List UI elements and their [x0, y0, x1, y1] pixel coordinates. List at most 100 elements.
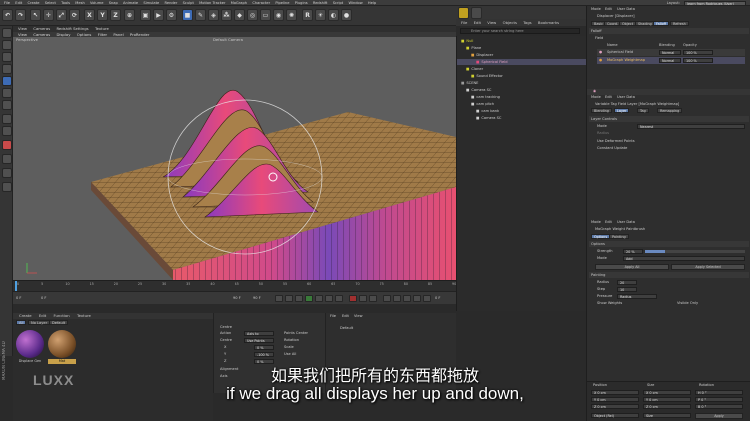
check-constant-update[interactable]: Constant Update: [597, 146, 627, 151]
pla-key-icon[interactable]: [423, 295, 431, 302]
position-key-icon[interactable]: [383, 295, 391, 302]
layer-menu-view[interactable]: View: [354, 314, 363, 319]
move-icon[interactable]: ✛: [43, 9, 54, 21]
object-tree-row[interactable]: ■ cam pitch: [457, 101, 587, 107]
timeline-ruler[interactable]: 0 5 10 15 20 25 30 35 40 45 50 55 60 65 70 75 80 85 90: [13, 280, 456, 292]
object-tree-row[interactable]: ■ Null: [457, 38, 587, 44]
render-view-icon[interactable]: ▣: [140, 9, 151, 21]
axis-y-button[interactable]: Y: [97, 9, 108, 21]
tag-attr-menu-userdata[interactable]: User Data: [617, 95, 635, 100]
filter-all[interactable]: All: [16, 320, 27, 325]
subdivision-icon[interactable]: ◈: [208, 9, 219, 21]
field-icon[interactable]: ◎: [247, 9, 258, 21]
fields-icon[interactable]: [471, 7, 482, 19]
coord-system-icon[interactable]: ⊕: [124, 9, 135, 21]
snap-icon[interactable]: [1, 154, 12, 164]
object-tree-row[interactable]: ■ Sound Effector: [457, 73, 587, 79]
om-menu-objects[interactable]: Objects: [503, 19, 517, 26]
scale-icon[interactable]: ⤢: [56, 9, 67, 21]
planar-workplane-icon[interactable]: [1, 182, 12, 192]
coord-apply-button[interactable]: Apply: [695, 413, 743, 419]
check-use-all[interactable]: Use All: [284, 352, 296, 357]
layout-select[interactable]: learn from Rodrigues (User): [684, 0, 746, 6]
redshift-light-icon[interactable]: ☀: [315, 9, 326, 21]
object-tree-row[interactable]: ■ Camera SC: [457, 87, 587, 93]
goto-start-icon[interactable]: [275, 295, 283, 302]
object-tree-row[interactable]: ■ Camera SC: [457, 115, 587, 121]
scale-key-icon[interactable]: [393, 295, 401, 302]
axis-mode-icon[interactable]: [1, 114, 12, 124]
object-tree-row[interactable]: ■ Cloner: [457, 66, 587, 72]
tab-object[interactable]: Object: [619, 21, 637, 26]
param-key-icon[interactable]: [413, 295, 421, 302]
pos-z[interactable]: Z 0 cm: [591, 404, 639, 409]
wp-options-section[interactable]: Options: [589, 241, 749, 247]
centre-field[interactable]: Use Points: [244, 338, 274, 343]
tag-field-icon[interactable]: ◉: [593, 89, 596, 94]
check-scale[interactable]: Scale: [284, 345, 294, 350]
field-weightmap-opacity[interactable]: 100 %: [683, 58, 713, 63]
polygons-mode-icon[interactable]: [1, 100, 12, 110]
tag-attr-menu-edit[interactable]: Edit: [605, 95, 612, 100]
check-rotation[interactable]: Rotation: [284, 338, 299, 343]
layer-menu-edit[interactable]: Edit: [342, 314, 349, 319]
pen-icon[interactable]: ✎: [195, 9, 206, 21]
object-search-input[interactable]: Enter your search string here: [460, 28, 580, 34]
undo-icon[interactable]: ↶: [2, 9, 13, 21]
size-mode-select[interactable]: Size: [643, 413, 691, 418]
action-field[interactable]: Axis to: [244, 331, 274, 336]
next-key-icon[interactable]: [325, 295, 333, 302]
attr-menu-edit[interactable]: Edit: [605, 7, 612, 12]
next-frame-icon[interactable]: [315, 295, 323, 302]
workplane-icon[interactable]: [1, 64, 12, 74]
cube-icon[interactable]: ■: [182, 9, 193, 21]
play-icon[interactable]: [305, 295, 313, 302]
y-field[interactable]: -100 %: [254, 352, 274, 357]
wp-step-field[interactable]: 10: [617, 287, 637, 292]
field-spherical-blend[interactable]: Normal: [659, 50, 681, 55]
om-menu-view[interactable]: View: [487, 19, 496, 26]
axis-z-button[interactable]: Z: [110, 9, 121, 21]
wp-radius-field[interactable]: 20: [617, 280, 637, 285]
redshift-icon[interactable]: R: [302, 9, 313, 21]
goto-end-icon[interactable]: [335, 295, 343, 302]
tab-shading[interactable]: Shading: [635, 21, 655, 26]
material-ball-displace[interactable]: [16, 330, 44, 358]
strength-field[interactable]: 20 %: [623, 249, 643, 254]
visible-only-check[interactable]: Visible Only: [677, 301, 698, 306]
camera-icon[interactable]: ◉: [273, 9, 284, 21]
texture-mode-icon[interactable]: [1, 52, 12, 62]
select-icon[interactable]: ↖: [30, 9, 41, 21]
autokey-icon[interactable]: [359, 295, 367, 302]
object-tree-row[interactable]: ■ cam bank: [457, 108, 587, 114]
check-deformed-points[interactable]: Use Deformed Points: [597, 139, 635, 144]
mograph-icon[interactable]: [458, 7, 469, 19]
frame-end-2[interactable]: 90 F: [253, 296, 261, 300]
tag-tab-remapping[interactable]: Remapping: [657, 108, 683, 113]
locked-workplane-icon[interactable]: [1, 168, 12, 178]
object-tree-row[interactable]: ■ cam tracking: [457, 94, 587, 100]
edges-mode-icon[interactable]: [1, 88, 12, 98]
floor-icon[interactable]: ▭: [260, 9, 271, 21]
axis-x-button[interactable]: X: [84, 9, 95, 21]
rot-b[interactable]: B 0 °: [695, 404, 743, 409]
wp-menu-userdata[interactable]: User Data: [617, 220, 635, 225]
array-icon[interactable]: ⁂: [221, 9, 232, 21]
filter-default[interactable]: Default: [49, 320, 69, 325]
apply-all-button[interactable]: Apply All: [595, 264, 669, 270]
tab-refresh[interactable]: Refresh: [670, 21, 689, 26]
check-points-center[interactable]: Points Center: [284, 331, 308, 336]
object-tree-row[interactable]: ■ SCENE: [457, 80, 587, 86]
tweak-mode-icon[interactable]: [1, 126, 12, 136]
layer-default[interactable]: Default: [340, 326, 353, 331]
field-weightmap-blend[interactable]: Normal: [659, 58, 681, 63]
attr-menu-mode[interactable]: Mode: [591, 7, 601, 12]
filter-no-layer[interactable]: No Layer: [28, 320, 51, 325]
tag-tab-blending[interactable]: Blending: [591, 108, 612, 113]
prev-key-icon[interactable]: [285, 295, 293, 302]
wp-mode-field[interactable]: Add: [623, 256, 745, 261]
redshift-camera-icon[interactable]: ◐: [328, 9, 339, 21]
keyframe-selection-icon[interactable]: [369, 295, 377, 302]
object-tree-row[interactable]: ■ Plane: [457, 45, 587, 51]
prev-frame-icon[interactable]: [295, 295, 303, 302]
